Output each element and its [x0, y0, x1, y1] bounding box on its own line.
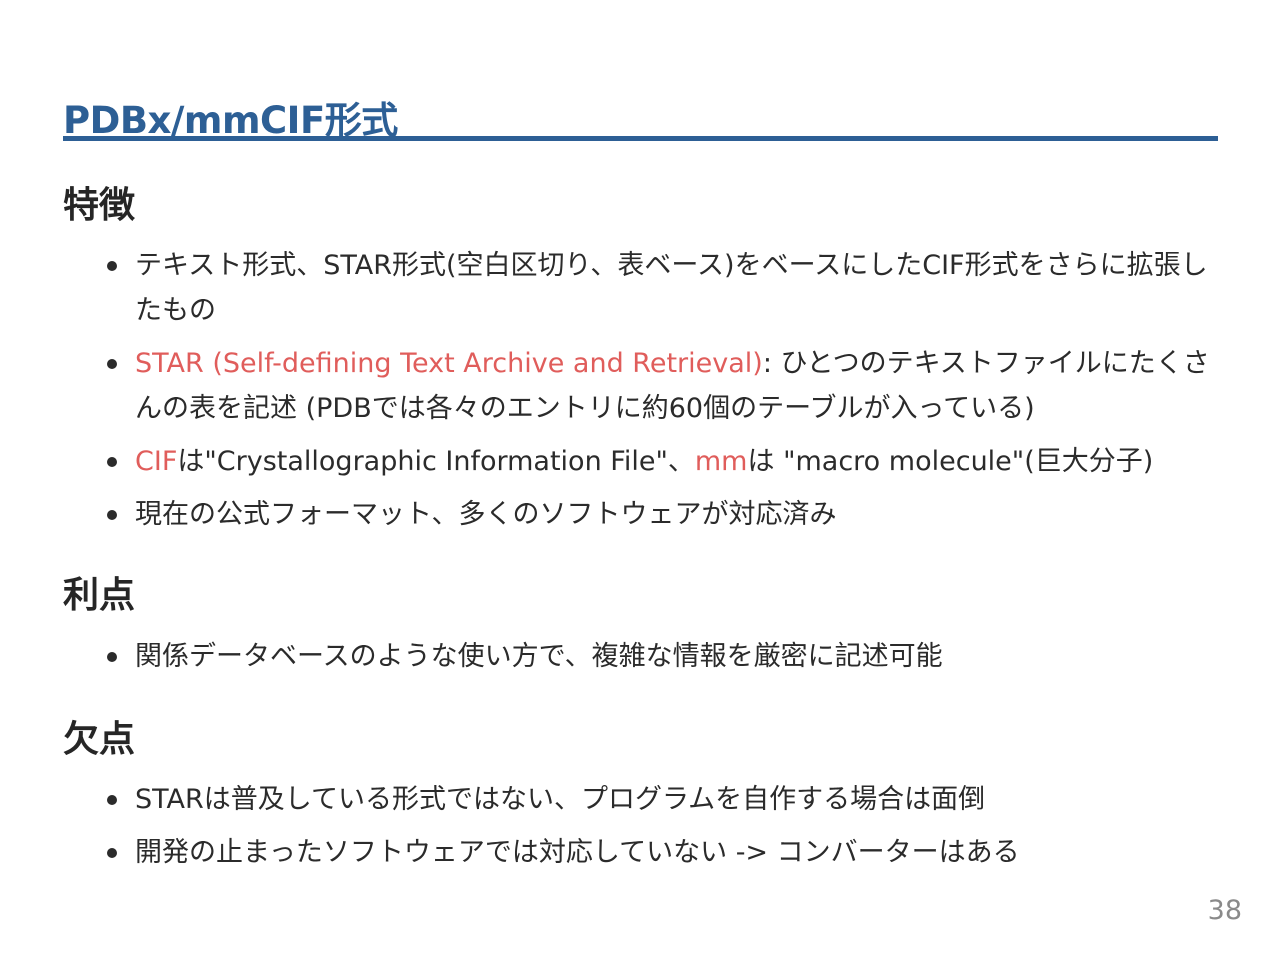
section-heading-disadvantages: 欠点: [63, 719, 136, 760]
list-item: STARは普及している形式ではない、プログラムを自作する場合は面倒: [0, 777, 1210, 822]
bullet-text: テキスト形式、STAR形式(空白区切り、表ベース)をベースにしたCIF形式をさら…: [135, 250, 1208, 326]
bullet-icon: [107, 848, 117, 858]
section-heading-features: 特徴: [63, 185, 136, 226]
bullet-highlight: STAR (Self-defining Text Archive and Ret…: [135, 348, 763, 379]
bullet-highlight: CIF: [135, 446, 178, 477]
bullet-icon: [107, 652, 117, 662]
list-item: テキスト形式、STAR形式(空白区切り、表ベース)をベースにしたCIF形式をさら…: [0, 243, 1210, 333]
list-item: 関係データベースのような使い方で、複雑な情報を厳密に記述可能: [0, 634, 1210, 679]
bullet-icon: [107, 795, 117, 805]
section-heading-advantages: 利点: [63, 575, 136, 616]
features-list: テキスト形式、STAR形式(空白区切り、表ベース)をベースにしたCIF形式をさら…: [0, 243, 1210, 545]
bullet-icon: [107, 359, 117, 369]
disadvantages-list: STARは普及している形式ではない、プログラムを自作する場合は面倒 開発の止まっ…: [0, 777, 1210, 883]
list-item: CIFは"Crystallographic Information File"、…: [0, 439, 1210, 484]
bullet-text: は "macro molecule"(巨大分子): [747, 446, 1154, 477]
advantages-list: 関係データベースのような使い方で、複雑な情報を厳密に記述可能: [0, 634, 1210, 687]
page-number: 38: [1207, 895, 1242, 926]
bullet-icon: [107, 261, 117, 271]
title-underline: [63, 136, 1218, 141]
bullet-icon: [107, 457, 117, 467]
list-item: STAR (Self-defining Text Archive and Ret…: [0, 341, 1210, 431]
list-item: 開発の止まったソフトウェアでは対応していない -> コンバーターはある: [0, 830, 1210, 875]
bullet-text: 現在の公式フォーマット、多くのソフトウェアが対応済み: [135, 499, 837, 530]
bullet-text: 関係データベースのような使い方で、複雑な情報を厳密に記述可能: [135, 641, 943, 672]
bullet-text: は"Crystallographic Information File"、: [177, 446, 695, 477]
bullet-highlight: mm: [694, 446, 748, 477]
list-item: 現在の公式フォーマット、多くのソフトウェアが対応済み: [0, 492, 1210, 537]
bullet-text: STARは普及している形式ではない、プログラムを自作する場合は面倒: [135, 784, 986, 815]
bullet-icon: [107, 510, 117, 520]
bullet-text: 開発の止まったソフトウェアでは対応していない -> コンバーターはある: [135, 837, 1020, 868]
